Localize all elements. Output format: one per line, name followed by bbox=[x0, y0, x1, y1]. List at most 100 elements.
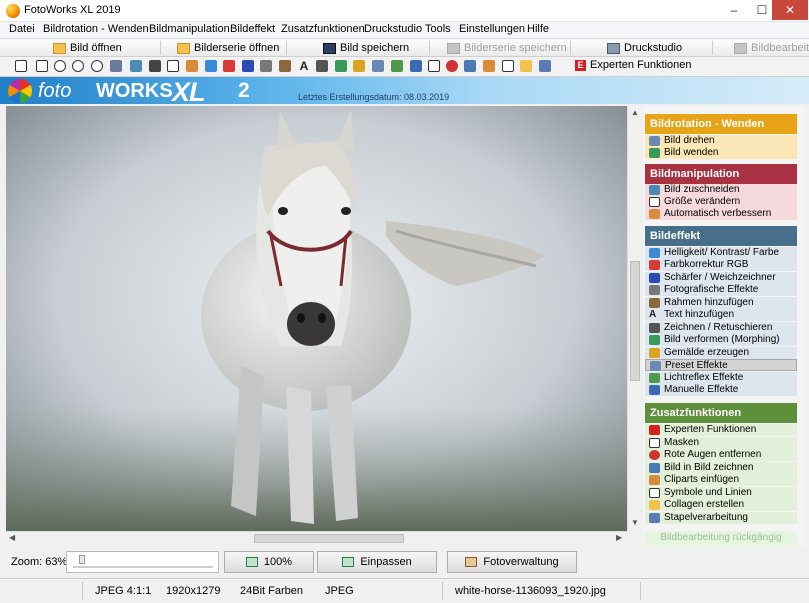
light-effect-icon[interactable] bbox=[391, 60, 403, 72]
menu-einstellungen[interactable]: Einstellungen bbox=[459, 23, 525, 35]
scroll-right-icon[interactable]: ▶ bbox=[616, 533, 622, 542]
resize-icon[interactable] bbox=[167, 60, 179, 72]
panel-item-label: Gemälde erzeugen bbox=[664, 347, 750, 358]
panel-item-gemaelde[interactable]: Gemälde erzeugen bbox=[645, 347, 797, 359]
vertical-scrollbar[interactable]: ▲ ▼ bbox=[627, 106, 641, 531]
expert-functions-button[interactable]: E Experten Funktionen bbox=[575, 59, 692, 71]
sharpen-icon[interactable] bbox=[242, 60, 254, 72]
menu-bildmanipulation[interactable]: Bildmanipulation bbox=[149, 23, 230, 35]
bottom-controls: Zoom: 63% 100% Einpassen Fotoverwaltung bbox=[0, 546, 809, 578]
brightness-icon[interactable] bbox=[205, 60, 217, 72]
print-studio-button[interactable]: Druckstudio bbox=[607, 40, 682, 56]
horizontal-scrollbar[interactable]: ◀ ▶ bbox=[6, 531, 627, 544]
panel-item-manuell[interactable]: Manuelle Effekte bbox=[645, 384, 797, 396]
menu-tools[interactable]: Tools bbox=[425, 23, 451, 35]
draw-icon[interactable] bbox=[316, 60, 328, 72]
zoom-100-button[interactable]: 100% bbox=[224, 551, 314, 573]
folder-icon bbox=[53, 42, 66, 54]
menu-hilfe[interactable]: Hilfe bbox=[527, 23, 549, 35]
rotate-left-icon[interactable] bbox=[15, 60, 27, 72]
mask-icon[interactable] bbox=[428, 60, 440, 72]
scroll-up-icon[interactable]: ▲ bbox=[631, 108, 639, 117]
scroll-left-icon[interactable]: ◀ bbox=[9, 533, 15, 542]
edit-image-label: Bildbearbeitung bbox=[751, 42, 809, 54]
crop-icon[interactable] bbox=[130, 60, 142, 72]
fit-label: Einpassen bbox=[360, 556, 412, 568]
minimize-button[interactable]: – bbox=[720, 0, 748, 20]
menu-bildeffekt[interactable]: Bildeffekt bbox=[230, 23, 275, 35]
vertical-scroll-thumb[interactable] bbox=[630, 261, 640, 381]
horizontal-scroll-thumb[interactable] bbox=[254, 534, 404, 543]
panel-item-schaerfer[interactable]: Schärfer / Weichzeichner bbox=[645, 272, 797, 284]
scroll-down-icon[interactable]: ▼ bbox=[631, 518, 639, 527]
open-series-button[interactable]: Bilderserie öffnen bbox=[177, 40, 279, 56]
rgb-icon[interactable] bbox=[223, 60, 235, 72]
panel-item-experten[interactable]: Experten Funktionen bbox=[645, 424, 797, 436]
toolbar-separator bbox=[286, 41, 287, 55]
panel-item-zeichnen[interactable]: Zeichnen / Retuschieren bbox=[645, 322, 797, 334]
panel-item-verbessern[interactable]: Automatisch verbessern bbox=[645, 208, 797, 220]
panel-item-rote-augen[interactable]: Rote Augen entfernen bbox=[645, 449, 797, 461]
photo-effect-icon[interactable] bbox=[260, 60, 272, 72]
paint-icon[interactable] bbox=[353, 60, 365, 72]
symbols-icon[interactable] bbox=[502, 60, 514, 72]
image-canvas[interactable] bbox=[6, 106, 627, 531]
close-button[interactable]: ✕ bbox=[772, 0, 808, 20]
save-series-button[interactable]: Bilderserie speichern bbox=[447, 40, 567, 56]
edit-image-button[interactable]: Bildbearbeitung bbox=[734, 40, 809, 56]
save-image-button[interactable]: Bild speichern bbox=[323, 40, 409, 56]
panel-item-farbkorrektur[interactable]: Farbkorrektur RGB bbox=[645, 259, 797, 271]
mirror-icon[interactable] bbox=[110, 60, 122, 72]
panel-item-stapel[interactable]: Stapelverarbeitung bbox=[645, 512, 797, 524]
photo-manager-button[interactable]: Fotoverwaltung bbox=[447, 551, 577, 573]
magic-wand-icon[interactable] bbox=[186, 60, 198, 72]
refresh-icon[interactable] bbox=[72, 60, 84, 72]
menu-bildrotation[interactable]: Bildrotation - Wenden bbox=[43, 23, 149, 35]
fit-button[interactable]: Einpassen bbox=[317, 551, 437, 573]
zoom-knob[interactable] bbox=[79, 555, 85, 564]
collage-icon[interactable] bbox=[520, 60, 532, 72]
panel-item-preset[interactable]: Preset Effekte bbox=[645, 359, 797, 371]
undo-button[interactable]: Bildbearbeitung rückgängig bbox=[645, 531, 797, 545]
batch-icon[interactable] bbox=[539, 60, 551, 72]
panel-item-fotografisch[interactable]: Fotografische Effekte bbox=[645, 284, 797, 296]
panel-item-symbole[interactable]: Symbole und Linien bbox=[645, 487, 797, 499]
panel-item-masken[interactable]: Masken bbox=[645, 437, 797, 449]
frame-icon[interactable] bbox=[279, 60, 291, 72]
flip-icon[interactable] bbox=[91, 60, 103, 72]
panel-item-collagen[interactable]: Collagen erstellen bbox=[645, 499, 797, 511]
zoom-slider[interactable] bbox=[66, 551, 219, 573]
morph-icon bbox=[649, 335, 660, 345]
panel-item-helligkeit[interactable]: Helligkeit/ Kontrast/ Farbe bbox=[645, 247, 797, 259]
picture-in-picture-icon[interactable] bbox=[464, 60, 476, 72]
morph-icon[interactable] bbox=[335, 60, 347, 72]
panel-item-label: Größe verändern bbox=[664, 196, 741, 207]
panel-item-lichtreflex[interactable]: Lichtreflex Effekte bbox=[645, 372, 797, 384]
open-image-button[interactable]: Bild öffnen bbox=[53, 40, 122, 56]
brush-icon bbox=[734, 42, 747, 54]
clipart-icon[interactable] bbox=[483, 60, 495, 72]
panel-item-bild-in-bild[interactable]: Bild in Bild zeichnen bbox=[645, 462, 797, 474]
menu-datei[interactable]: Datei bbox=[9, 23, 35, 35]
rotate-right-icon[interactable] bbox=[36, 60, 48, 72]
panel-item-cliparts[interactable]: Cliparts einfügen bbox=[645, 474, 797, 486]
build-date: Letztes Erstellungsdatum: 08.03.2019 bbox=[298, 92, 450, 102]
text-icon[interactable]: A bbox=[298, 60, 310, 72]
brightness-icon bbox=[649, 248, 660, 258]
menu-bar: Datei Bildrotation - Wenden Bildmanipula… bbox=[0, 22, 809, 38]
panel-item-groesse[interactable]: Größe verändern bbox=[645, 196, 797, 208]
panel-item-bild-drehen[interactable]: Bild drehen bbox=[645, 135, 797, 147]
panel-item-zuschneiden[interactable]: Bild zuschneiden bbox=[645, 184, 797, 196]
red-eye-icon[interactable] bbox=[446, 60, 458, 72]
panel-item-text[interactable]: A Text hinzufügen bbox=[645, 309, 797, 321]
menu-zusatzfunktionen[interactable]: Zusatzfunktionen bbox=[281, 23, 365, 35]
menu-druckstudio[interactable]: Druckstudio bbox=[364, 23, 422, 35]
panel-item-rahmen[interactable]: Rahmen hinzufügen bbox=[645, 297, 797, 309]
scissors-icon[interactable] bbox=[149, 60, 161, 72]
panel-item-morphing[interactable]: Bild verformen (Morphing) bbox=[645, 334, 797, 346]
panel-item-bild-wenden[interactable]: Bild wenden bbox=[645, 147, 797, 159]
rotate-icon[interactable] bbox=[54, 60, 66, 72]
preset-icon[interactable] bbox=[372, 60, 384, 72]
manual-effect-icon[interactable] bbox=[410, 60, 422, 72]
crop-icon bbox=[649, 185, 660, 195]
